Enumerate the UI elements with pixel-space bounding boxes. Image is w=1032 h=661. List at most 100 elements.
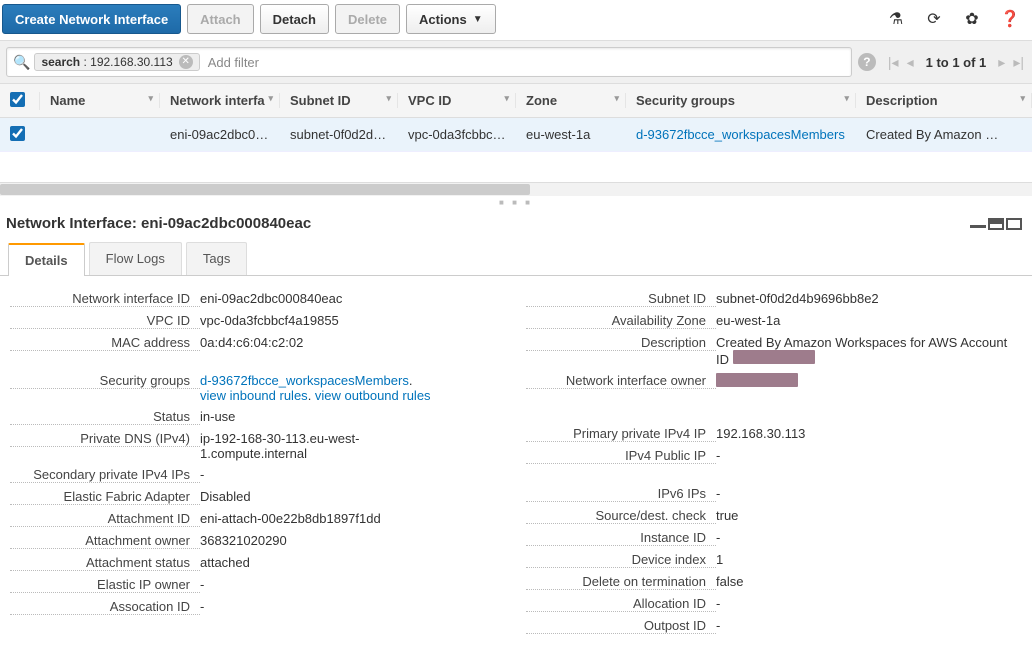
value-attachment-owner: 368321020290 <box>200 533 506 548</box>
link-inbound-rules[interactable]: view inbound rules <box>200 388 308 403</box>
label-primary-ip: Primary private IPv4 IP <box>526 426 716 442</box>
tab-details[interactable]: Details <box>8 243 85 276</box>
label-public-ip: IPv4 Public IP <box>526 448 716 464</box>
close-icon[interactable]: ✕ <box>179 55 193 69</box>
value-private-dns: ip-192-168-30-113.eu-west-1.compute.inte… <box>200 431 370 461</box>
col-desc[interactable]: Description <box>856 93 1032 108</box>
label-attachment-status: Attachment status <box>10 555 200 571</box>
search-icon: 🔍 <box>13 54 30 71</box>
label-allocation-id: Allocation ID <box>526 596 716 612</box>
label-source-dest-check: Source/dest. check <box>526 508 716 524</box>
value-delete-on-termination: false <box>716 574 1022 589</box>
chevron-down-icon: ▼ <box>473 14 483 25</box>
label-eni-id: Network interface ID <box>10 291 200 307</box>
label-vpc-id: VPC ID <box>10 313 200 329</box>
value-eni-id: eni-09ac2dbc000840eac <box>200 291 506 306</box>
redacted-account-id <box>733 350 815 364</box>
pane-restore-icon[interactable] <box>988 218 1004 230</box>
page-last-icon[interactable]: ▸| <box>1011 54 1026 71</box>
search-input[interactable]: 🔍 search : 192.168.30.113 ✕ Add filter <box>6 47 852 77</box>
cell-eni: eni-09ac2dbc0… <box>160 127 280 142</box>
tab-tags[interactable]: Tags <box>186 242 247 275</box>
label-subnet-id: Subnet ID <box>526 291 716 307</box>
pager: |◂ ◂ 1 to 1 of 1 ▸ ▸| <box>886 54 1026 71</box>
cell-desc: Created By Amazon … <box>856 127 1032 142</box>
label-description: Description <box>526 335 716 351</box>
value-association-id: - <box>200 599 506 614</box>
col-name[interactable]: Name <box>40 93 160 108</box>
label-eip-owner: Elastic IP owner <box>10 577 200 593</box>
value-attachment-id: eni-attach-00e22b8db1897f1dd <box>200 511 506 526</box>
link-security-group[interactable]: d-93672fbcce_workspacesMembers <box>200 373 409 388</box>
detach-button[interactable]: Detach <box>260 4 329 34</box>
label-az: Availability Zone <box>526 313 716 329</box>
label-delete-on-termination: Delete on termination <box>526 574 716 590</box>
detail-tabs: Details Flow Logs Tags <box>0 242 1032 276</box>
value-subnet-id: subnet-0f0d2d4b9696bb8e2 <box>716 291 1022 306</box>
value-az: eu-west-1a <box>716 313 1022 328</box>
table-row[interactable]: eni-09ac2dbc0… subnet-0f0d2d… vpc-0da3fc… <box>0 118 1032 152</box>
help-icon[interactable]: ❓ <box>1000 9 1020 29</box>
filter-bar: 🔍 search : 192.168.30.113 ✕ Add filter ?… <box>0 40 1032 84</box>
label-device-index: Device index <box>526 552 716 568</box>
col-sg[interactable]: Security groups <box>626 93 856 108</box>
value-allocation-id: - <box>716 596 1022 611</box>
value-efa: Disabled <box>200 489 506 504</box>
filter-help-icon[interactable]: ? <box>858 53 876 71</box>
page-next-icon[interactable]: ▸ <box>996 54 1007 71</box>
label-outpost-id: Outpost ID <box>526 618 716 634</box>
value-status: in-use <box>200 409 506 424</box>
value-ipv6: - <box>716 486 1022 501</box>
link-outbound-rules[interactable]: view outbound rules <box>315 388 431 403</box>
value-interface-owner <box>716 373 1022 390</box>
value-instance-id: - <box>716 530 1022 545</box>
actions-dropdown[interactable]: Actions▼ <box>406 4 496 34</box>
add-filter-placeholder[interactable]: Add filter <box>200 55 259 70</box>
pane-maximize-icon[interactable] <box>1006 218 1022 230</box>
page-label: 1 to 1 of 1 <box>920 55 993 70</box>
select-all-checkbox[interactable] <box>10 92 25 107</box>
value-device-index: 1 <box>716 552 1022 567</box>
horizontal-scrollbar[interactable] <box>0 182 1032 196</box>
value-vpc-id: vpc-0da3fcbbcf4a19855 <box>200 313 506 328</box>
detail-left-column: Network interface IDeni-09ac2dbc000840ea… <box>10 288 506 637</box>
gear-icon[interactable]: ✿ <box>962 9 982 29</box>
label-attachment-owner: Attachment owner <box>10 533 200 549</box>
flask-icon[interactable]: ⚗ <box>886 9 906 29</box>
row-checkbox[interactable] <box>10 126 25 141</box>
pane-minimize-icon[interactable] <box>970 218 986 228</box>
detail-title: Network Interface: eni-09ac2dbc000840eac <box>6 215 311 232</box>
pane-splitter[interactable]: ■ ■ ■ <box>0 196 1032 209</box>
value-secondary-ips: - <box>200 467 506 482</box>
label-ipv6: IPv6 IPs <box>526 486 716 502</box>
col-vpc[interactable]: VPC ID <box>398 93 516 108</box>
col-zone[interactable]: Zone <box>516 93 626 108</box>
label-secondary-ips: Secondary private IPv4 IPs <box>10 467 200 483</box>
col-subnet[interactable]: Subnet ID <box>280 93 398 108</box>
page-first-icon[interactable]: |◂ <box>886 54 901 71</box>
label-mac: MAC address <box>10 335 200 351</box>
refresh-icon[interactable]: ⟳ <box>924 9 944 29</box>
filter-tag[interactable]: search : 192.168.30.113 ✕ <box>34 53 199 71</box>
create-network-interface-button[interactable]: Create Network Interface <box>2 4 181 34</box>
action-toolbar: Create Network Interface Attach Detach D… <box>0 0 1032 40</box>
label-status: Status <box>10 409 200 425</box>
value-mac: 0a:d4:c6:04:c2:02 <box>200 335 506 350</box>
detail-header: Network Interface: eni-09ac2dbc000840eac <box>0 209 1032 242</box>
detail-body: Network interface IDeni-09ac2dbc000840ea… <box>0 276 1032 657</box>
label-attachment-id: Attachment ID <box>10 511 200 527</box>
col-eni[interactable]: Network interfa <box>160 93 280 108</box>
cell-zone: eu-west-1a <box>516 127 626 142</box>
redacted-owner <box>716 373 798 387</box>
delete-button: Delete <box>335 4 400 34</box>
cell-subnet: subnet-0f0d2d… <box>280 127 398 142</box>
value-attachment-status: attached <box>200 555 506 570</box>
cell-vpc: vpc-0da3fcbbc… <box>398 127 516 142</box>
label-private-dns: Private DNS (IPv4) <box>10 431 200 447</box>
page-prev-icon[interactable]: ◂ <box>905 54 916 71</box>
tab-flow-logs[interactable]: Flow Logs <box>89 242 182 275</box>
value-primary-ip: 192.168.30.113 <box>716 426 1022 441</box>
table-header: Name Network interfa Subnet ID VPC ID Zo… <box>0 84 1032 118</box>
cell-sg[interactable]: d-93672fbcce_workspacesMembers <box>626 127 856 142</box>
value-description: Created By Amazon Workspaces for AWS Acc… <box>716 335 1022 367</box>
